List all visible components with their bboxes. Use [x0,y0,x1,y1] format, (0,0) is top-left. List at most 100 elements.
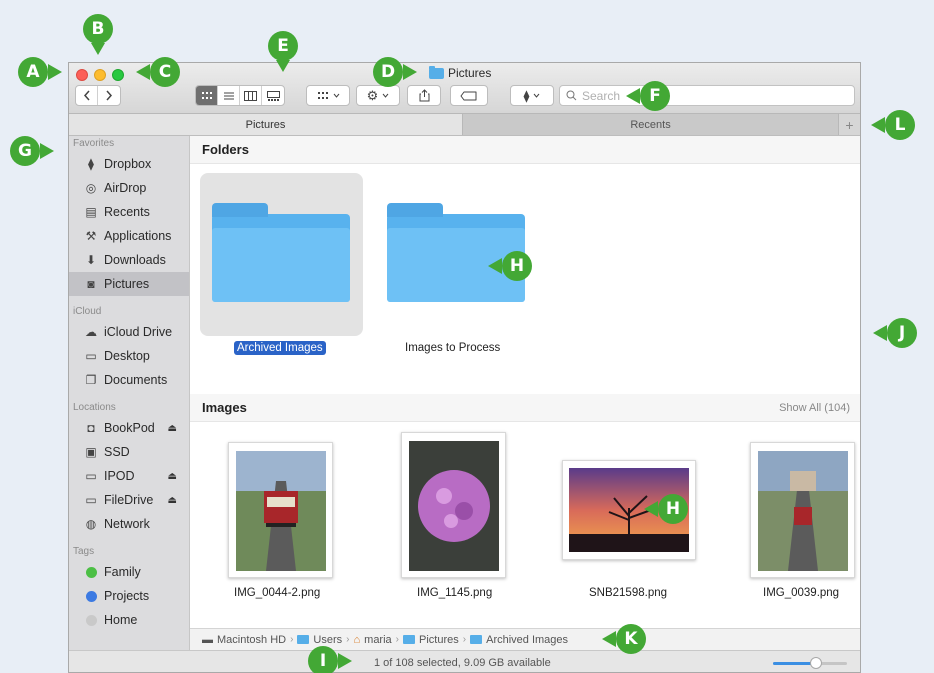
minimize-button[interactable] [94,69,106,81]
sidebar-item-desktop[interactable]: ▭ Desktop [69,344,189,368]
sidebar-item-label: Desktop [104,349,150,363]
images-section-header: Images Show All (104) [190,394,860,422]
folder-label-images-to-process[interactable]: Images to Process [405,342,500,354]
tag-icon [460,91,477,100]
path-segment[interactable]: Pictures [419,634,459,646]
zoom-button[interactable] [112,69,124,81]
section-title: Images [202,400,247,415]
sidebar-item-tag-family[interactable]: Family [69,560,189,584]
dropbox-icon: ⧫ [523,88,530,103]
home-icon: ⌂ [353,633,361,646]
pictures-folder-icon [403,635,416,644]
tab-recents[interactable]: Recents [463,114,839,135]
sidebar-item-label: Dropbox [104,157,152,171]
sidebar-item-bookpod[interactable]: ◘ BookPod ⏏ [69,416,189,440]
callout-l-arrow [871,117,885,133]
path-segment[interactable]: maria [364,634,392,646]
path-segment[interactable]: Archived Images [486,634,568,646]
list-view-button[interactable] [218,86,240,105]
new-tab-button[interactable]: + [838,114,860,135]
group-by-button[interactable] [306,85,350,106]
sidebar-item-applications[interactable]: ⚒ Applications [69,224,189,248]
column-view-icon [244,90,257,101]
sidebar-item-airdrop[interactable]: ◎ AirDrop [69,176,189,200]
sidebar-heading-icloud: iCloud [73,306,102,317]
path-separator: › [395,634,400,645]
image-thumbnail[interactable] [750,442,855,578]
tag-button[interactable] [450,85,488,106]
sidebar-item-pictures[interactable]: ◙ Pictures [69,272,189,296]
sidebar-item-ipod[interactable]: ▭ IPOD ⏏ [69,464,189,488]
search-icon [566,90,577,101]
path-bar: ▬ Macintosh HD › Users › ⌂ maria › Pictu… [190,628,860,650]
finder-window: Pictures ⚙ ⧫ Search Pictures Recents + F… [68,62,861,673]
sidebar-item-icloud-drive[interactable]: ☁ iCloud Drive [69,320,189,344]
image-thumbnail[interactable] [401,432,506,578]
sidebar-item-label: IPOD [104,469,135,483]
sidebar-item-recents[interactable]: ▤ Recents [69,200,189,224]
icon-size-slider[interactable] [773,657,847,669]
share-button[interactable] [407,85,441,106]
eject-icon[interactable]: ⏏ [168,471,177,482]
dropbox-button[interactable]: ⧫ [510,85,554,106]
callout-l: L [885,110,915,140]
sidebar-item-label: Applications [104,229,172,243]
sidebar-item-ssd[interactable]: ▣ SSD [69,440,189,464]
icon-view-button[interactable] [196,86,218,105]
callout-i: I [308,646,338,673]
path-separator: › [462,634,467,645]
show-all-link[interactable]: Show All (104) [779,402,850,414]
sidebar-item-label: Home [104,613,138,627]
folder-label-archived[interactable]: Archived Images [234,341,326,355]
sidebar-item-network[interactable]: ◍ Network [69,512,189,536]
tag-color-icon [83,564,99,580]
sidebar-item-tag-home[interactable]: Home [69,608,189,632]
sidebar-item-tag-projects[interactable]: Projects [69,584,189,608]
window-title-text: Pictures [448,66,492,80]
action-button[interactable]: ⚙ [356,85,400,106]
sidebar-item-downloads[interactable]: ⬇ Downloads [69,248,189,272]
search-input[interactable] [582,88,832,103]
sidebar-item-label: SSD [104,445,130,459]
drive-icon: ▭ [85,493,97,507]
disk-icon: ◘ [87,421,95,435]
sidebar-item-label: Projects [104,589,150,603]
tab-pictures[interactable]: Pictures [69,114,463,135]
eject-icon[interactable]: ⏏ [168,495,177,506]
back-button[interactable] [76,86,98,105]
tag-color-icon [83,612,99,628]
navigation-buttons [75,85,121,106]
forward-button[interactable] [98,86,120,105]
close-button[interactable] [76,69,88,81]
callout-d-arrow [403,64,417,80]
archived-images-folder-icon[interactable] [212,203,350,302]
sidebar-item-dropbox[interactable]: ⧫ Dropbox [69,152,189,176]
sidebar-item-documents[interactable]: ❐ Documents [69,368,189,392]
sidebar-heading-favorites: Favorites [73,138,115,149]
funicular-photo [236,451,326,571]
search-field[interactable] [559,85,855,106]
callout-g: G [10,136,40,166]
path-segment[interactable]: Macintosh HD [217,634,286,646]
camera-icon: ◙ [87,277,95,291]
path-segment[interactable]: Users [313,634,342,646]
chevron-down-icon [534,93,540,98]
callout-a: A [18,57,48,87]
image-thumbnail[interactable] [228,442,333,578]
gallery-view-button[interactable] [262,86,284,105]
sidebar-item-filedrive[interactable]: ▭ FileDrive ⏏ [69,488,189,512]
status-bar: 1 of 108 selected, 9.09 GB available [69,650,860,672]
eject-icon[interactable]: ⏏ [168,423,177,434]
callout-h-folder: H [502,251,532,281]
column-view-button[interactable] [240,86,262,105]
slider-knob[interactable] [809,657,822,669]
sidebar: Favorites ⧫ Dropbox ◎ AirDrop ▤ Recents … [69,136,190,672]
callout-d: D [373,57,403,87]
callout-k: K [616,624,646,654]
sidebar-item-label: Pictures [104,277,150,291]
globe-icon: ◍ [85,517,97,531]
callout-g-arrow [40,143,54,159]
documents-icon: ❐ [85,373,97,387]
drive-icon: ▭ [85,469,97,483]
gear-icon: ⚙ [366,88,379,103]
